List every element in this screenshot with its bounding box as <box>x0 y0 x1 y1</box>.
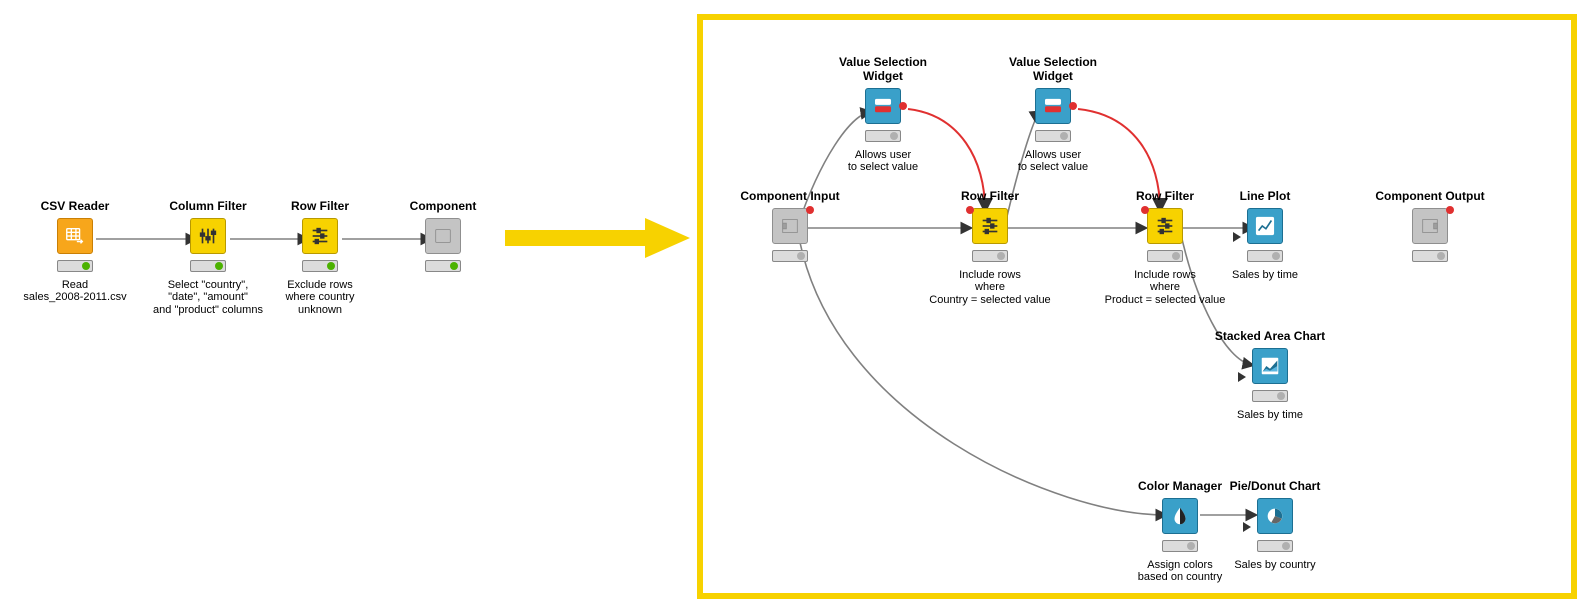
component-output-icon <box>1412 208 1448 244</box>
node-title: Value Selection Widget <box>813 56 953 84</box>
node-title: Row Filter <box>250 200 390 214</box>
status-indicator <box>57 260 93 272</box>
node-stacked-area-chart[interactable]: Stacked Area Chart Sales by time <box>1195 330 1345 421</box>
flow-port-out <box>806 206 814 214</box>
input-port-triangle <box>1243 522 1251 532</box>
status-indicator <box>865 130 901 142</box>
node-component-input[interactable]: Component Input <box>710 190 870 265</box>
row-filter-icon <box>302 218 338 254</box>
node-subtitle: Sales by time <box>1195 409 1345 422</box>
flow-port-out <box>1069 102 1077 110</box>
status-indicator <box>1247 250 1283 262</box>
flow-port-in <box>1446 206 1454 214</box>
status-indicator <box>190 260 226 272</box>
status-indicator <box>1162 540 1198 552</box>
node-title: Component <box>373 200 513 214</box>
node-title: Value Selection Widget <box>983 56 1123 84</box>
node-title: Component Input <box>710 190 870 204</box>
node-title: CSV Reader <box>5 200 145 214</box>
flow-port-in <box>1141 206 1149 214</box>
node-row-filter[interactable]: Row Filter Exclude rows where country un… <box>250 200 390 317</box>
color-manager-icon <box>1162 498 1198 534</box>
node-csv-reader[interactable]: CSV Reader Read sales_2008-2011.csv <box>5 200 145 304</box>
node-title: Line Plot <box>1200 190 1330 204</box>
node-component-output[interactable]: Component Output <box>1350 190 1510 265</box>
status-indicator <box>1252 390 1288 402</box>
column-filter-icon <box>190 218 226 254</box>
status-indicator <box>1147 250 1183 262</box>
status-indicator <box>1035 130 1071 142</box>
node-component[interactable]: Component <box>373 200 513 279</box>
node-title: Row Filter <box>910 190 1070 204</box>
diagram-canvas: CSV Reader Read sales_2008-2011.csv Colu… <box>0 0 1583 601</box>
pie-chart-icon <box>1257 498 1293 534</box>
node-title: Pie/Donut Chart <box>1210 480 1340 494</box>
input-port-triangle <box>1233 232 1241 242</box>
node-subtitle: Include rows where Country = selected va… <box>910 269 1070 307</box>
status-indicator <box>772 250 808 262</box>
node-line-plot[interactable]: Line Plot Sales by time <box>1200 190 1330 281</box>
row-filter-icon <box>972 208 1008 244</box>
widget-icon <box>865 88 901 124</box>
component-input-icon <box>772 208 808 244</box>
node-subtitle: Sales by country <box>1210 559 1340 572</box>
status-indicator <box>972 250 1008 262</box>
csv-reader-icon <box>57 218 93 254</box>
input-port-triangle <box>1238 372 1246 382</box>
area-chart-icon <box>1252 348 1288 384</box>
node-subtitle: Read sales_2008-2011.csv <box>5 279 145 304</box>
status-indicator <box>425 260 461 272</box>
status-indicator <box>302 260 338 272</box>
line-plot-icon <box>1247 208 1283 244</box>
row-filter-icon <box>1147 208 1183 244</box>
flow-port-in <box>966 206 974 214</box>
node-value-selection-widget-2[interactable]: Value Selection Widget Allows user to se… <box>983 56 1123 174</box>
node-subtitle: Sales by time <box>1200 269 1330 282</box>
component-icon <box>425 218 461 254</box>
node-value-selection-widget-1[interactable]: Value Selection Widget Allows user to se… <box>813 56 953 174</box>
status-indicator <box>1412 250 1448 262</box>
node-subtitle: Allows user to select value <box>813 149 953 174</box>
flow-port-out <box>899 102 907 110</box>
node-pie-donut-chart[interactable]: Pie/Donut Chart Sales by country <box>1210 480 1340 571</box>
status-indicator <box>1257 540 1293 552</box>
node-subtitle: Allows user to select value <box>983 149 1123 174</box>
expand-arrow <box>505 218 690 258</box>
node-subtitle: Exclude rows where country unknown <box>250 279 390 317</box>
node-row-filter-1[interactable]: Row Filter Include rows where Country = … <box>910 190 1070 307</box>
widget-icon <box>1035 88 1071 124</box>
node-title: Stacked Area Chart <box>1195 330 1345 344</box>
node-title: Component Output <box>1350 190 1510 204</box>
